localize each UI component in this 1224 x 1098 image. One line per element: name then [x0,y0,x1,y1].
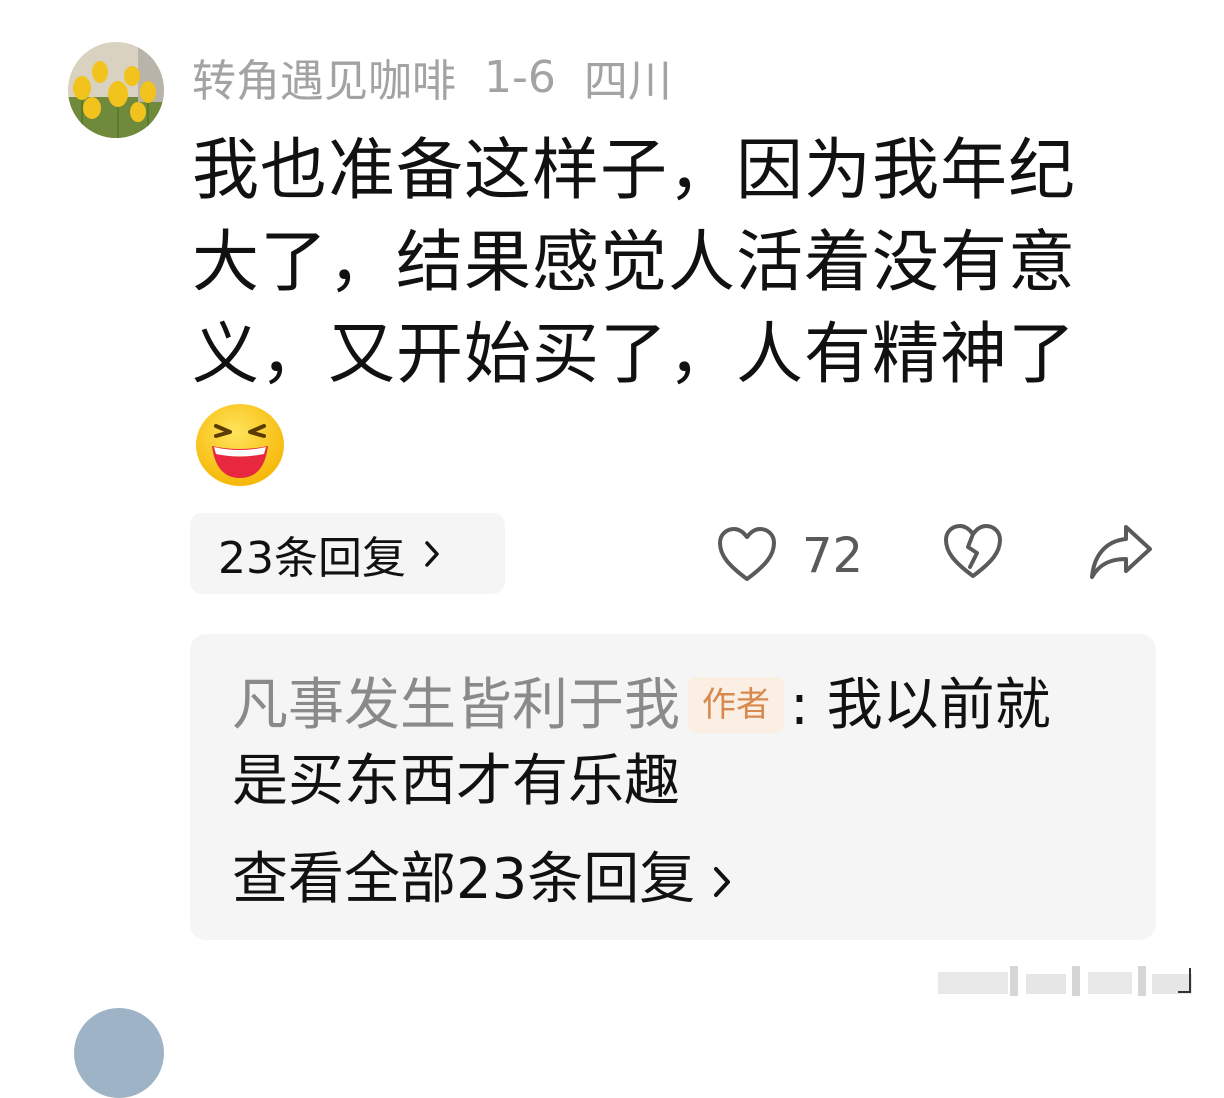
reply-preview-text: 凡事发生皆利于我 作者: 我以前就是买东西才有乐趣 [232,668,1092,820]
chevron-right-icon [713,842,731,918]
author-badge: 作者 [688,677,784,733]
username[interactable]: 转角遇见咖啡 [192,45,456,109]
replies-button[interactable]: 23条回复 [190,513,505,594]
reply-author[interactable]: 凡事发生皆利于我 [232,673,680,738]
reply-preview-card[interactable]: 凡事发生皆利于我 作者: 我以前就是买东西才有乐趣 查看全部23条回复 [190,634,1156,940]
comment-location: 四川 [583,56,672,107]
view-all-label: 查看全部23条回复 [232,847,696,912]
share-button[interactable] [1088,521,1154,585]
reply-separator: : [790,673,827,738]
comment-date: 1-6 [484,51,556,103]
chevron-right-icon [424,528,440,579]
comment-meta: 转角遇见咖啡 1-6 四川 [192,46,672,108]
comment-text: 我也准备这样子，因为我年纪大了，结果感觉人活着没有意义，又开始买了，人有精神了 [192,131,1076,393]
watermark-logo [938,962,1200,998]
like-button[interactable]: 72 [716,521,863,591]
laughing-emoji-icon [194,402,286,488]
like-count: 72 [802,528,864,584]
broken-heart-icon [942,524,1004,585]
avatar[interactable] [68,42,164,138]
view-all-replies-link[interactable]: 查看全部23条回复 [232,842,731,918]
heart-outline-icon [716,525,778,587]
share-arrow-icon [1088,525,1154,585]
dislike-button[interactable] [942,521,1004,585]
next-comment-avatar[interactable] [74,1008,164,1098]
replies-label: 23条回复 [218,532,406,584]
